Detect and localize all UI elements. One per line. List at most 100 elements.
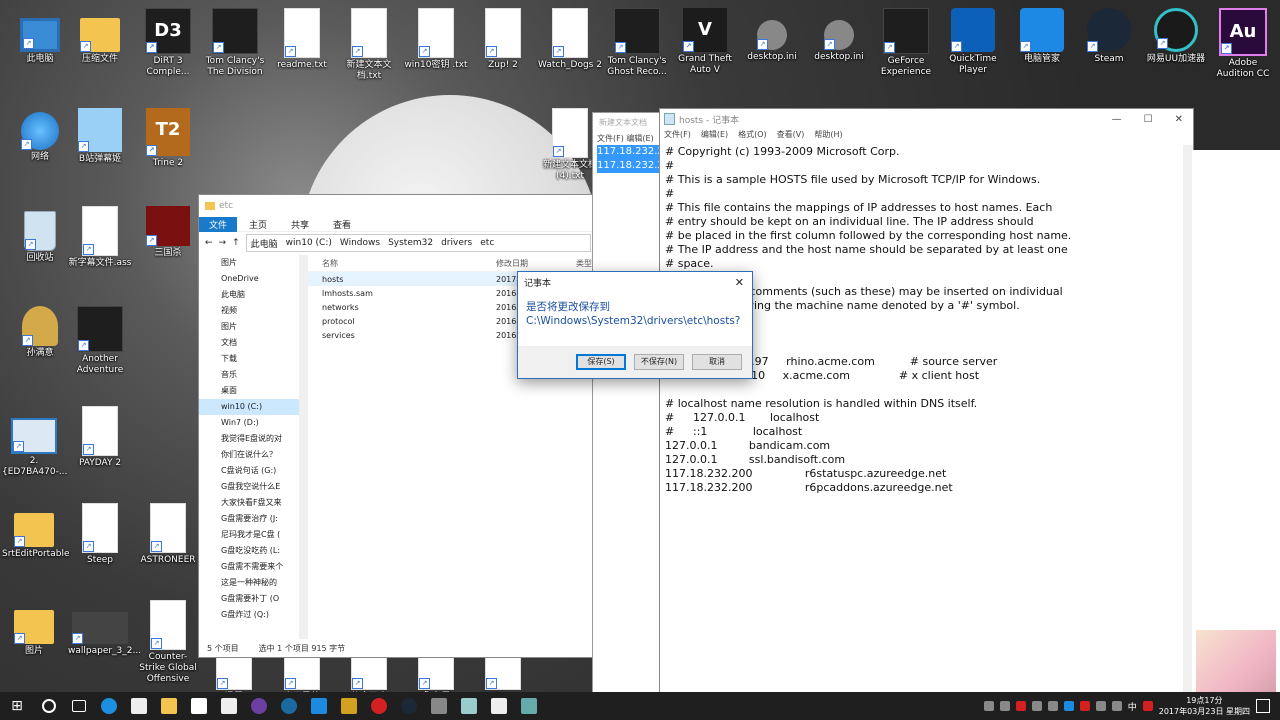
app-icon[interactable]	[424, 692, 454, 720]
tab-file[interactable]: 文件	[199, 216, 238, 232]
nav-item[interactable]: G盘我空说什么E	[199, 479, 299, 495]
nav-item[interactable]: 这是一种神秘的	[199, 575, 299, 591]
notepad-titlebar[interactable]: hosts - 记事本 — ☐ ✕	[660, 109, 1193, 129]
menu-edit[interactable]: 编辑(E)	[701, 129, 728, 144]
desktop-icon[interactable]: ↗ B站弹幕姬	[68, 108, 132, 165]
maximize-icon[interactable]: ☐	[1144, 114, 1153, 125]
dialog-titlebar[interactable]: 记事本 ✕	[518, 272, 752, 292]
app-icon[interactable]	[514, 692, 544, 720]
desktop-icon[interactable]: ↗ Another Adventure	[68, 306, 132, 376]
nav-item[interactable]: G盘吃没吃药 (L:	[199, 543, 299, 559]
tray-icon[interactable]	[1079, 701, 1090, 711]
save-button[interactable]: 保存(S)	[576, 354, 626, 370]
tray-icon[interactable]	[999, 701, 1010, 711]
nav-scrollbar[interactable]	[300, 255, 308, 639]
nav-item[interactable]: 桌面	[199, 383, 299, 399]
tray-icon[interactable]	[1015, 701, 1026, 711]
app-icon[interactable]	[274, 692, 304, 720]
nav-item[interactable]: 此电脑	[199, 287, 299, 303]
file-icon[interactable]	[124, 692, 154, 720]
nav-item[interactable]: G盘需要治疗 (J:	[199, 511, 299, 527]
nav-item[interactable]: 我觉得E盘说的对	[199, 431, 299, 447]
desktop-icon[interactable]: ↗ desktop.ini	[740, 8, 804, 63]
breadcrumb-item[interactable]: System32	[388, 238, 433, 248]
forward-arrow-icon[interactable]: →	[219, 238, 227, 248]
notification-icon[interactable]	[1256, 699, 1270, 713]
file-icon[interactable]	[214, 692, 244, 720]
desktop-icon[interactable]: ↗ PAYDAY 2	[68, 406, 132, 469]
anime-character-widget[interactable]	[1196, 630, 1276, 692]
nav-item[interactable]: 尼玛我才是C盘 (	[199, 527, 299, 543]
breadcrumb-item[interactable]: etc	[480, 238, 494, 248]
app-icon[interactable]	[454, 692, 484, 720]
desktop-icon[interactable]: ↗ 新字幕文件.ass	[68, 206, 132, 269]
steam-icon[interactable]	[394, 692, 424, 720]
menu-help[interactable]: 帮助(H)	[814, 129, 842, 144]
notepad-text-area[interactable]: # Copyright (c) 1993-2009 Microsoft Corp…	[665, 145, 1181, 693]
desktop-icon[interactable]: T2 ↗ Trine 2	[136, 108, 200, 169]
windows-start-icon[interactable]: ⊞	[0, 698, 34, 714]
explorer-taskbar-icon[interactable]	[154, 692, 184, 720]
tab-home[interactable]: 主页	[237, 217, 279, 232]
desktop-icon[interactable]: ↗ 回收站	[8, 206, 72, 264]
tab-view[interactable]: 查看	[321, 217, 363, 232]
nav-item[interactable]: 图片	[199, 319, 299, 335]
tray-icon[interactable]	[1031, 701, 1042, 711]
desktop-icon[interactable]: ↗ readme.txt	[270, 8, 334, 71]
game-icon[interactable]	[334, 692, 364, 720]
nav-item[interactable]: 音乐	[199, 367, 299, 383]
nav-item[interactable]: Win7 (D:)	[199, 415, 299, 431]
desktop-icon[interactable]: ↗ QuickTime Player	[941, 8, 1005, 76]
up-arrow-icon[interactable]: ↑	[232, 238, 240, 248]
desktop-icon[interactable]: ↗ Counter-Strike Global Offensive	[136, 600, 200, 685]
desktop-icon[interactable]: ↗ 此电脑	[8, 8, 72, 65]
edge-icon[interactable]	[94, 692, 124, 720]
desktop-icon[interactable]: ↗ ASTRONEER	[136, 503, 200, 566]
nav-item[interactable]: win10 (C:)	[199, 399, 299, 415]
tab-share[interactable]: 共享	[279, 217, 321, 232]
cortana-icon[interactable]	[34, 692, 64, 720]
ime-indicator[interactable]: 中	[1128, 700, 1137, 713]
desktop-icon[interactable]: ↗ win10密钥 .txt	[404, 8, 468, 71]
desktop-icon[interactable]: ↗ Watch_Dogs 2	[538, 8, 602, 71]
cancel-button[interactable]: 取消	[692, 354, 742, 370]
close-icon[interactable]: ✕	[735, 276, 752, 289]
desktop-icon[interactable]: ↗ SrtEditPortable	[2, 503, 69, 560]
desktop-icon[interactable]: ↗ 2.{ED7BA470-...	[2, 406, 67, 478]
nav-item[interactable]: G盘炸过 (Q:)	[199, 607, 299, 623]
desktop-icon[interactable]: ↗ 压缩文件	[68, 8, 132, 65]
nav-item[interactable]: G盘需不需要来个	[199, 559, 299, 575]
app-icon[interactable]	[244, 692, 274, 720]
app-icon[interactable]	[304, 692, 334, 720]
nav-item[interactable]: 下载	[199, 351, 299, 367]
breadcrumb-item[interactable]: win10 (C:)	[286, 238, 332, 248]
nav-item[interactable]: 大家快看F盘又来	[199, 495, 299, 511]
desktop-icon[interactable]: ↗ 新建文本文档.txt	[337, 8, 401, 82]
desktop-icon[interactable]: ↗ Tom Clancy's Ghost Reco...	[605, 8, 669, 78]
close-icon[interactable]: ✕	[1175, 114, 1183, 125]
desktop-icon[interactable]: ↗ 网络	[8, 108, 72, 163]
file-icon[interactable]	[484, 692, 514, 720]
desktop-icon[interactable]: ↗ 电脑管家	[1010, 8, 1074, 65]
network-icon[interactable]	[1095, 701, 1106, 711]
tray-icon[interactable]	[983, 701, 994, 711]
desktop-icon[interactable]: ↗ desktop.ini	[807, 8, 871, 63]
tray-icon[interactable]	[1047, 701, 1058, 711]
desktop-icon[interactable]: V ↗ Grand Theft Auto V	[673, 8, 737, 76]
breadcrumb[interactable]: 此电脑 win10 (C:) Windows System32 drivers …	[245, 234, 591, 252]
desktop-icon[interactable]: ↗ Tom Clancy's The Division	[203, 8, 267, 78]
column-type[interactable]: 类型	[576, 258, 592, 269]
column-name[interactable]: 名称	[308, 258, 496, 269]
netease-music-icon[interactable]	[364, 692, 394, 720]
nav-item[interactable]: 图片	[199, 255, 299, 271]
nav-item[interactable]: 你们在说什么？	[199, 447, 299, 463]
desktop-icon[interactable]: ↗ 孙满意	[8, 306, 72, 359]
dont-save-button[interactable]: 不保存(N)	[634, 354, 684, 370]
store-icon[interactable]	[184, 692, 214, 720]
nav-item[interactable]: 文档	[199, 335, 299, 351]
menu-edit[interactable]: 编辑(E)	[626, 134, 653, 143]
breadcrumb-item[interactable]: Windows	[340, 238, 380, 248]
back-arrow-icon[interactable]: ←	[205, 238, 213, 248]
menu-file[interactable]: 文件(F)	[664, 129, 691, 144]
desktop-icon[interactable]: ↗ wallpaper_3_2...	[68, 600, 141, 657]
